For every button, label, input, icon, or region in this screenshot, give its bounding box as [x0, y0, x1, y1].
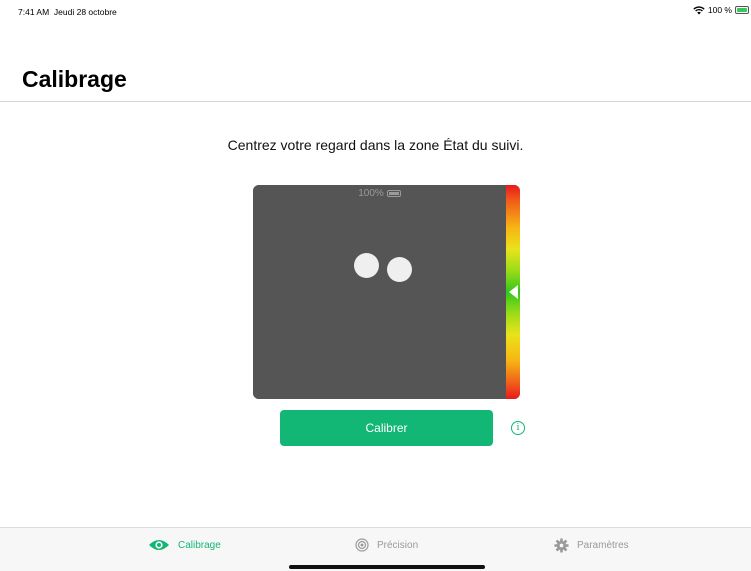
battery-percentage: 100 %: [707, 5, 732, 15]
target-icon: [355, 538, 369, 552]
battery-charging-icon: [735, 6, 749, 14]
left-eye-indicator: [354, 253, 379, 278]
title-divider: [0, 101, 751, 102]
eye-icon: [149, 540, 169, 550]
status-bar: 7:41 AM Jeudi 28 octobre 100 %: [0, 0, 751, 22]
device-battery-status: 100%: [253, 188, 506, 199]
tab-parametres[interactable]: Paramètres: [554, 538, 629, 553]
status-indicators: 100 %: [693, 5, 749, 15]
home-indicator[interactable]: [289, 565, 485, 569]
status-time-date: 7:41 AM Jeudi 28 octobre: [18, 7, 117, 17]
wifi-icon: [693, 5, 705, 14]
device-battery-icon: [386, 189, 401, 197]
distance-marker-icon: [509, 285, 518, 299]
device-battery-label: 100%: [358, 188, 384, 199]
page-title: Calibrage: [22, 66, 127, 92]
tracking-status-box: 100%: [253, 185, 520, 399]
gear-icon: [554, 538, 569, 553]
instruction-text: Centrez votre regard dans la zone État d…: [227, 137, 524, 153]
tab-label-parametres: Paramètres: [577, 540, 629, 551]
status-time: 7:41 AM: [18, 7, 50, 17]
tracking-area: 100%: [253, 185, 506, 399]
tab-precision[interactable]: Précision: [355, 538, 418, 552]
tab-label-calibrage: Calibrage: [178, 539, 221, 551]
info-icon[interactable]: i: [511, 421, 525, 435]
tab-label-precision: Précision: [377, 539, 419, 551]
right-eye-indicator: [387, 257, 412, 282]
tab-calibrage[interactable]: Calibrage: [148, 538, 221, 552]
calibrate-button[interactable]: Calibrer: [280, 410, 493, 446]
status-date: Jeudi 28 octobre: [53, 7, 117, 17]
